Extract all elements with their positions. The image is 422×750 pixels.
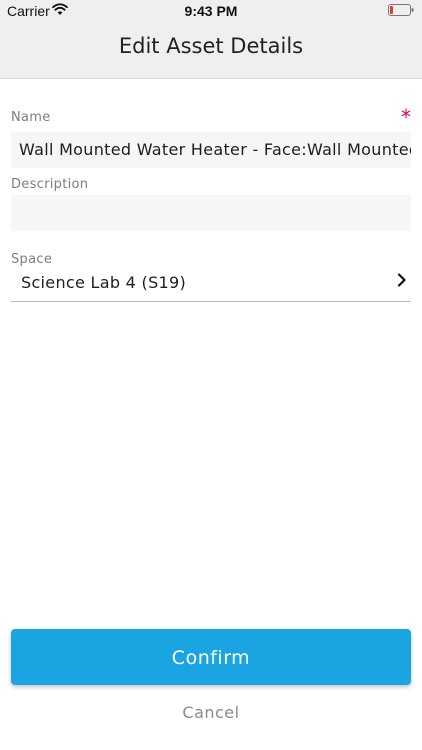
description-field: Description xyxy=(11,177,411,231)
name-input[interactable]: Wall Mounted Water Heater - Face:Wall Mo… xyxy=(11,132,411,168)
space-selector[interactable]: Science Lab 4 (S19) xyxy=(11,261,411,302)
top-bar: Carrier 9:43 PM Edit Asset Details xyxy=(0,0,422,79)
required-asterisk-icon: * xyxy=(401,105,411,129)
clock: 9:43 PM xyxy=(184,3,238,19)
description-input[interactable] xyxy=(11,195,411,231)
status-bar: Carrier 9:43 PM xyxy=(0,0,422,22)
cancel-button[interactable]: Cancel xyxy=(0,703,422,722)
name-label: Name xyxy=(11,110,51,125)
battery-icon xyxy=(388,4,414,16)
description-label: Description xyxy=(11,177,89,192)
confirm-button[interactable]: Confirm xyxy=(11,629,411,685)
space-field: Space Science Lab 4 (S19) xyxy=(11,252,411,302)
space-value: Science Lab 4 (S19) xyxy=(21,273,187,292)
page-title: Edit Asset Details xyxy=(118,34,304,58)
chevron-right-icon xyxy=(397,273,406,287)
name-field: Name * Wall Mounted Water Heater - Face:… xyxy=(11,105,411,168)
